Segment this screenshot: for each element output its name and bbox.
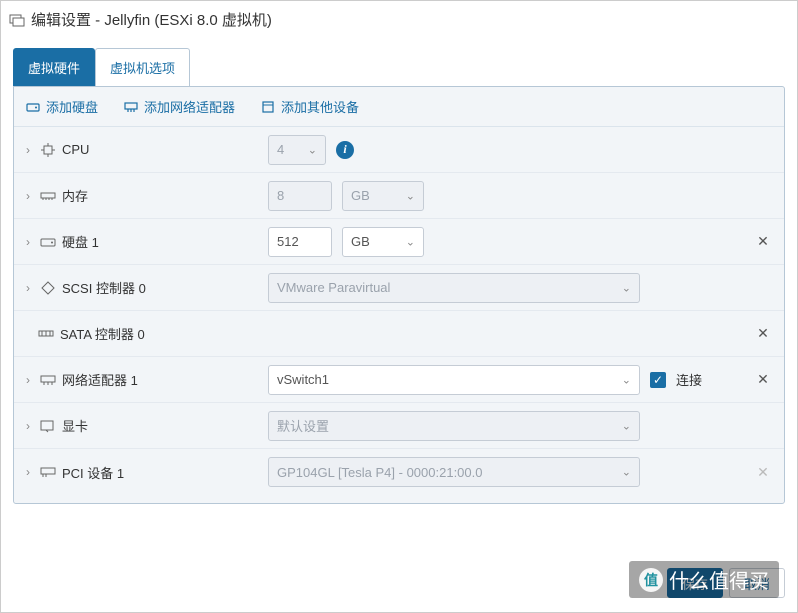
tab-vm-options[interactable]: 虚拟机选项: [95, 48, 190, 86]
chevron-down-icon: ⌄: [622, 373, 631, 386]
disk-unit-select[interactable]: GB ⌄: [342, 227, 424, 257]
row-sata-label-area: SATA 控制器 0: [26, 324, 268, 343]
cpu-label: CPU: [62, 142, 89, 157]
row-pci-label-area: › PCI 设备 1: [26, 463, 268, 482]
hard-disk-icon: [26, 100, 40, 114]
expand-scsi[interactable]: ›: [26, 281, 36, 295]
add-other-device-button[interactable]: 添加其他设备: [261, 97, 359, 116]
pci-icon: [40, 464, 56, 480]
save-button[interactable]: 保存: [667, 568, 723, 598]
nic-icon: [124, 100, 138, 114]
row-video-label-area: › 显卡: [26, 416, 268, 435]
chevron-down-icon: ⌄: [622, 281, 631, 294]
hardware-panel: 添加硬盘 添加网络适配器 添加其他设备 › C: [13, 86, 785, 504]
add-hard-disk-label: 添加硬盘: [46, 97, 98, 116]
memory-label: 内存: [62, 186, 88, 205]
pci-device-select[interactable]: GP104GL [Tesla P4] - 0000:21:00.0 ⌄: [268, 457, 640, 487]
nic-network-select[interactable]: vSwitch1 ⌄: [268, 365, 640, 395]
scsi-type-value: VMware Paravirtual: [277, 280, 390, 295]
row-disk-label-area: › 硬盘 1: [26, 232, 268, 251]
video-label: 显卡: [62, 416, 88, 435]
scsi-label: SCSI 控制器 0: [62, 278, 146, 297]
row-cpu: › CPU 4 ⌄ i: [14, 127, 784, 173]
device-icon: [261, 100, 275, 114]
row-memory-label-area: › 内存: [26, 186, 268, 205]
expand-cpu[interactable]: ›: [26, 143, 36, 157]
video-card-icon: [40, 418, 56, 434]
watermark-badge: 值: [639, 568, 663, 592]
add-nic-label: 添加网络适配器: [144, 97, 235, 116]
add-hard-disk-button[interactable]: 添加硬盘: [26, 97, 98, 116]
add-other-label: 添加其他设备: [281, 97, 359, 116]
dialog-title: 编辑设置 - Jellyfin (ESXi 8.0 虚拟机): [31, 9, 272, 30]
dialog-close-button[interactable]: [771, 12, 787, 28]
disk-unit: GB: [351, 234, 370, 249]
row-video-card: › 显卡 默认设置 ⌄: [14, 403, 784, 449]
expand-video[interactable]: ›: [26, 419, 36, 433]
cpu-count-select[interactable]: 4 ⌄: [268, 135, 326, 165]
row-hard-disk-1: › 硬盘 1 512 GB ⌄ ✕: [14, 219, 784, 265]
chevron-down-icon: ⌄: [308, 143, 317, 156]
disk-size-input[interactable]: 512: [268, 227, 332, 257]
tabs: 虚拟硬件 虚拟机选项: [13, 48, 785, 86]
tab-virtual-hardware[interactable]: 虚拟硬件: [13, 48, 95, 86]
add-network-adapter-button[interactable]: 添加网络适配器: [124, 97, 235, 116]
nic-icon: [40, 372, 56, 388]
video-settings-value: 默认设置: [277, 416, 329, 435]
expand-pci-1[interactable]: ›: [26, 465, 36, 479]
row-memory: › 内存 8 GB ⌄: [14, 173, 784, 219]
scsi-type-select[interactable]: VMware Paravirtual ⌄: [268, 273, 640, 303]
row-cpu-label-area: › CPU: [26, 142, 268, 158]
expand-memory[interactable]: ›: [26, 189, 36, 203]
disk-size-value: 512: [277, 234, 299, 249]
pci-device-value: GP104GL [Tesla P4] - 0000:21:00.0: [277, 465, 483, 480]
remove-nic-1-button[interactable]: ✕: [754, 371, 772, 388]
memory-value-input[interactable]: 8: [268, 181, 332, 211]
cpu-info-icon[interactable]: i: [336, 141, 354, 159]
chevron-down-icon: ⌄: [406, 189, 415, 202]
nic-connect-checkbox[interactable]: ✓: [650, 372, 666, 388]
cpu-count-value: 4: [277, 142, 284, 157]
pci-1-label: PCI 设备 1: [62, 463, 124, 482]
expand-nic-1[interactable]: ›: [26, 373, 36, 387]
chevron-down-icon: ⌄: [406, 235, 415, 248]
row-network-adapter-1: › 网络适配器 1 vSwitch1 ⌄ ✓ 连接 ✕: [14, 357, 784, 403]
row-nic-label-area: › 网络适配器 1: [26, 370, 268, 389]
nic-connect-label: 连接: [676, 370, 702, 389]
remove-sata-button[interactable]: ✕: [754, 325, 772, 342]
hard-disk-icon: [40, 234, 56, 250]
nic-network-value: vSwitch1: [277, 372, 329, 387]
row-scsi-controller-0: › SCSI 控制器 0 VMware Paravirtual ⌄: [14, 265, 784, 311]
memory-value: 8: [277, 188, 284, 203]
dialog-footer: 保存 取消: [667, 568, 785, 598]
chevron-down-icon: ⌄: [622, 466, 631, 479]
memory-icon: [40, 188, 56, 204]
sata-label: SATA 控制器 0: [60, 324, 145, 343]
row-scsi-label-area: › SCSI 控制器 0: [26, 278, 268, 297]
chevron-down-icon: ⌄: [622, 419, 631, 432]
remove-disk-1-button[interactable]: ✕: [754, 233, 772, 250]
video-settings-select[interactable]: 默认设置 ⌄: [268, 411, 640, 441]
remove-pci-1-button[interactable]: ✕: [754, 464, 772, 481]
memory-unit-select[interactable]: GB ⌄: [342, 181, 424, 211]
sata-icon: [38, 326, 54, 342]
dialog-titlebar: 编辑设置 - Jellyfin (ESXi 8.0 虚拟机): [1, 1, 797, 38]
scsi-icon: [40, 280, 56, 296]
memory-unit: GB: [351, 188, 370, 203]
nic-1-label: 网络适配器 1: [62, 370, 138, 389]
cpu-icon: [40, 142, 56, 158]
disk-1-label: 硬盘 1: [62, 232, 99, 251]
row-pci-device-1: › PCI 设备 1 GP104GL [Tesla P4] - 0000:21:…: [14, 449, 784, 495]
cancel-button[interactable]: 取消: [729, 568, 785, 598]
vm-icon: [9, 12, 25, 28]
add-device-toolbar: 添加硬盘 添加网络适配器 添加其他设备: [14, 87, 784, 127]
expand-disk-1[interactable]: ›: [26, 235, 36, 249]
row-sata-controller-0: SATA 控制器 0 ✕: [14, 311, 784, 357]
